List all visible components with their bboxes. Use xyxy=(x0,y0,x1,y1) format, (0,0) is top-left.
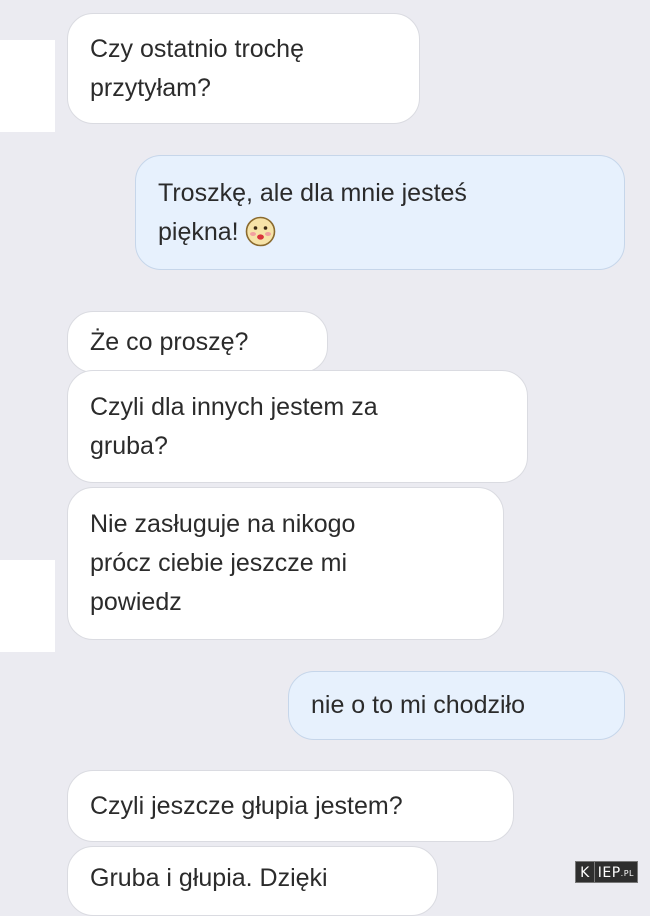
message-text: Że co proszę? xyxy=(90,327,249,356)
watermark-rest: IEP xyxy=(597,865,621,881)
blushing-face-icon xyxy=(245,216,276,247)
message-line-wrap: Troszkę, ale dla mnie jesteś piękna! xyxy=(158,174,602,252)
message-text: nie o to mi chodziło xyxy=(311,691,526,719)
incoming-message[interactable]: Że co proszę? xyxy=(67,311,328,373)
outgoing-message[interactable]: nie o to mi chodziło xyxy=(288,671,625,740)
site-watermark: K IEP.PL xyxy=(575,861,638,883)
message-text: Czyli jeszcze głupia jestem? xyxy=(90,791,403,820)
watermark-suffix: .PL xyxy=(620,869,634,878)
incoming-message[interactable]: Czyli jeszcze głupia jestem? xyxy=(67,770,514,842)
message-text: Czy ostatnio trochę przytyłam? xyxy=(90,34,304,102)
chat-thread: Czy ostatnio trochę przytyłam? Troszkę, … xyxy=(0,0,650,916)
message-text: Nie zasługuje na nikogo prócz ciebie jes… xyxy=(90,510,356,616)
watermark-letter: K xyxy=(575,861,595,883)
watermark-text: IEP.PL xyxy=(594,861,638,883)
message-text: Troszkę, ale dla mnie jesteś piękna! xyxy=(158,178,467,246)
incoming-message[interactable]: Czyli dla innych jestem za gruba? xyxy=(67,370,528,483)
avatar-placeholder xyxy=(0,560,55,652)
incoming-message[interactable]: Czy ostatnio trochę przytyłam? xyxy=(67,13,420,124)
outgoing-message[interactable]: Troszkę, ale dla mnie jesteś piękna! xyxy=(135,155,625,270)
message-text: Gruba i głupia. Dzięki xyxy=(90,864,328,892)
incoming-message[interactable]: Nie zasługuje na nikogo prócz ciebie jes… xyxy=(67,487,504,640)
message-text: Czyli dla innych jestem za gruba? xyxy=(90,392,378,460)
incoming-message[interactable]: Gruba i głupia. Dzięki xyxy=(67,846,438,916)
avatar-placeholder xyxy=(0,40,55,132)
